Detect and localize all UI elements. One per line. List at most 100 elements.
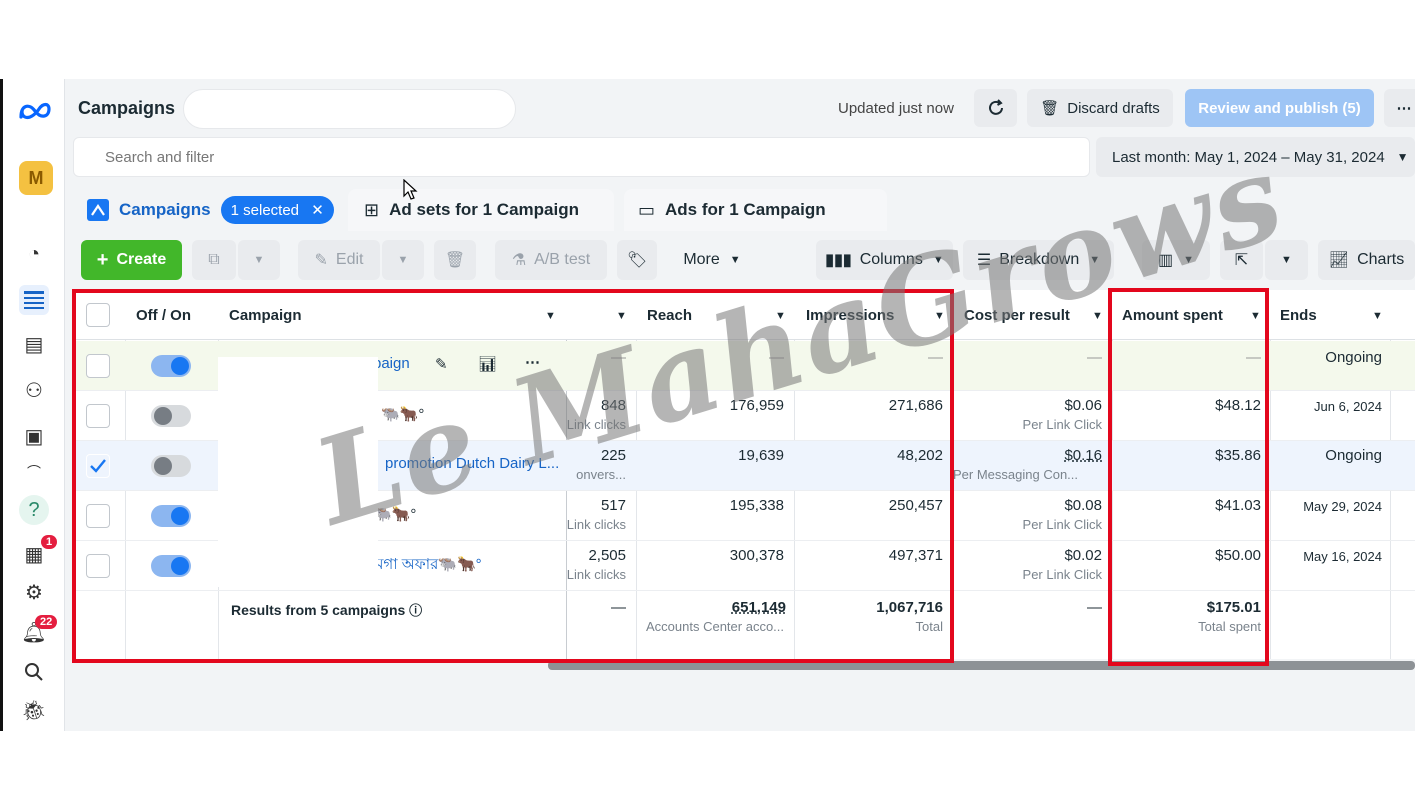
- redacted-area: [218, 357, 378, 587]
- charts-button[interactable]: 📈︎ Charts: [1318, 240, 1415, 280]
- date-range-picker[interactable]: Last month: May 1, 2024 – May 31, 2024 ▼: [1096, 137, 1415, 177]
- export-button[interactable]: ⇱: [1220, 240, 1263, 280]
- row-toggle[interactable]: [151, 455, 191, 477]
- more-options-icon[interactable]: ⋯: [1384, 89, 1415, 127]
- cpr-cell: $0.06 Per Link Click: [1022, 397, 1102, 432]
- campaign-name[interactable]: paign: [373, 355, 410, 372]
- header-reach[interactable]: Reach: [647, 290, 692, 340]
- impressions-cell: 48,202: [897, 447, 943, 464]
- select-all-checkbox[interactable]: [86, 303, 110, 327]
- delete-button[interactable]: 🗑︎: [434, 240, 476, 280]
- cpr-cell: $0.16 Per Messaging Con...: [953, 447, 1102, 482]
- row-checkbox[interactable]: [86, 554, 110, 578]
- audiences-icon[interactable]: ⚇: [19, 375, 49, 405]
- campaign-name-box[interactable]: [183, 89, 516, 129]
- reports-button[interactable]: ▥ ▼: [1142, 240, 1210, 280]
- bug-report-icon[interactable]: 🐞︎: [19, 695, 49, 725]
- refresh-icon: [988, 99, 1003, 115]
- ab-test-button[interactable]: ⚗ A/B test: [495, 240, 607, 280]
- info-icon[interactable]: ⓘ: [409, 603, 422, 618]
- discard-drafts-label: Discard drafts: [1067, 99, 1160, 117]
- pencil-icon: ✎: [314, 252, 328, 269]
- dashboard-gauge-icon[interactable]: ◔: [19, 239, 49, 269]
- help-icon[interactable]: ?: [19, 495, 49, 525]
- meta-logo-icon[interactable]: [17, 97, 53, 125]
- review-publish-button[interactable]: Review and publish (5): [1185, 89, 1374, 127]
- row-checkbox[interactable]: [86, 504, 110, 528]
- row-checkbox[interactable]: [86, 404, 110, 428]
- campaign-name[interactable]: promotion Dutch Dairy L...: [385, 455, 559, 472]
- export-dropdown[interactable]: ▼: [1265, 240, 1308, 280]
- spent-cell: $35.86: [1215, 447, 1261, 464]
- ends-cell: Ongoing: [1325, 349, 1382, 366]
- chevron-down-icon: ▼: [729, 254, 741, 266]
- chevron-down-icon[interactable]: ▼: [775, 310, 786, 322]
- more-options-icon[interactable]: ⋯: [525, 353, 540, 371]
- pencil-icon[interactable]: ✎: [435, 355, 448, 373]
- results-cell: —: [611, 349, 626, 366]
- chart-line-icon: 📈︎: [1328, 252, 1350, 269]
- chevron-down-icon[interactable]: ▼: [934, 310, 945, 322]
- ads-library-icon[interactable]: ▣: [19, 421, 49, 451]
- create-button[interactable]: + Create: [81, 240, 182, 280]
- columns-button[interactable]: ▮▮▮ Columns ▼: [816, 240, 953, 280]
- chevron-down-icon[interactable]: ▼: [545, 310, 556, 322]
- row-toggle[interactable]: [151, 505, 191, 527]
- spent-cell: $48.12: [1215, 397, 1261, 414]
- tab-campaigns[interactable]: Campaigns 1 selected ✕: [73, 189, 338, 231]
- campaign-name[interactable]: 🐃🐂°: [373, 505, 416, 523]
- edit-button[interactable]: ✎ Edit: [298, 240, 380, 280]
- close-icon[interactable]: ✕: [311, 202, 324, 219]
- refresh-button[interactable]: [974, 89, 1017, 127]
- breakdown-button[interactable]: ☰ Breakdown ▼: [963, 240, 1114, 280]
- row-toggle[interactable]: [151, 355, 191, 377]
- header-amount-spent[interactable]: Amount spent: [1122, 290, 1223, 340]
- chevron-down-icon[interactable]: ▼: [1092, 310, 1103, 322]
- search-filter-input[interactable]: Search and filter: [73, 137, 1090, 177]
- duplicate-button[interactable]: ⧉: [192, 240, 236, 280]
- header-ends[interactable]: Ends: [1280, 290, 1317, 340]
- breakdown-label: Breakdown: [999, 251, 1080, 268]
- duplicate-dropdown[interactable]: ▼: [238, 240, 280, 280]
- search-icon[interactable]: [19, 657, 49, 687]
- columns-icon: ▮▮▮: [825, 252, 852, 269]
- bar-chart-icon[interactable]: 📊︎: [478, 355, 497, 373]
- account-avatar[interactable]: M: [19, 161, 53, 195]
- columns-label: Columns: [859, 251, 923, 268]
- top-letterbox: [0, 0, 1415, 79]
- campaign-name[interactable]: 🐃🐂°: [381, 405, 424, 423]
- chevron-down-icon[interactable]: ▼: [616, 310, 627, 322]
- settings-gear-icon[interactable]: ⚙: [19, 577, 49, 607]
- reach-cell: 300,378: [729, 547, 784, 564]
- reports-icon[interactable]: ▤: [19, 329, 49, 359]
- tab-adsets[interactable]: ⊞ Ad sets for 1 Campaign: [348, 189, 614, 231]
- totals-row: Results from 5 campaigns ⓘ — 651,149 Acc…: [73, 591, 1415, 659]
- selected-chip[interactable]: 1 selected ✕: [220, 196, 334, 224]
- totals-label: Results from 5 campaigns ⓘ: [231, 602, 423, 618]
- spent-cell: $41.03: [1215, 497, 1261, 514]
- chevron-down-icon[interactable]: ▼: [1372, 310, 1383, 322]
- row-checkbox[interactable]: [86, 354, 110, 378]
- edit-dropdown[interactable]: ▼: [382, 240, 424, 280]
- header-cost-per-result[interactable]: Cost per result: [964, 290, 1070, 340]
- header-campaign[interactable]: Campaign: [229, 290, 302, 340]
- more-button[interactable]: More ▼: [667, 240, 757, 280]
- chevron-down-icon[interactable]: ▼: [1250, 310, 1261, 322]
- row-checkbox-checked[interactable]: [86, 454, 110, 478]
- header-impressions[interactable]: Impressions: [806, 290, 894, 340]
- table-header-row: Off / On Campaign ▼ ▼ Reach ▼ Impression…: [73, 290, 1415, 340]
- campaigns-table-icon[interactable]: [19, 285, 49, 315]
- plus-icon: +: [96, 248, 109, 271]
- tab-adsets-label: Ad sets for 1 Campaign: [389, 200, 579, 219]
- row-toggle[interactable]: [151, 405, 191, 427]
- left-nav-rail: M ◔ ▤ ⚇ ▣ ⌒ ? ▦ 1 ⚙ 🔔︎ 22 🐞︎: [0, 79, 65, 731]
- tab-ads[interactable]: ▭ Ads for 1 Campaign: [624, 189, 887, 231]
- row-toggle[interactable]: [151, 555, 191, 577]
- horizontal-scrollbar[interactable]: [548, 661, 1415, 670]
- cpr-cell: $0.08 Per Link Click: [1022, 497, 1102, 532]
- chevron-down-icon: ▼: [932, 254, 944, 266]
- discard-drafts-button[interactable]: 🗑︎ Discard drafts: [1027, 89, 1173, 127]
- reach-cell: 195,338: [729, 497, 784, 514]
- campaign-name[interactable]: মেগা অফার🐃🐂°: [369, 553, 482, 578]
- tag-button[interactable]: 🏷︎: [617, 240, 657, 280]
